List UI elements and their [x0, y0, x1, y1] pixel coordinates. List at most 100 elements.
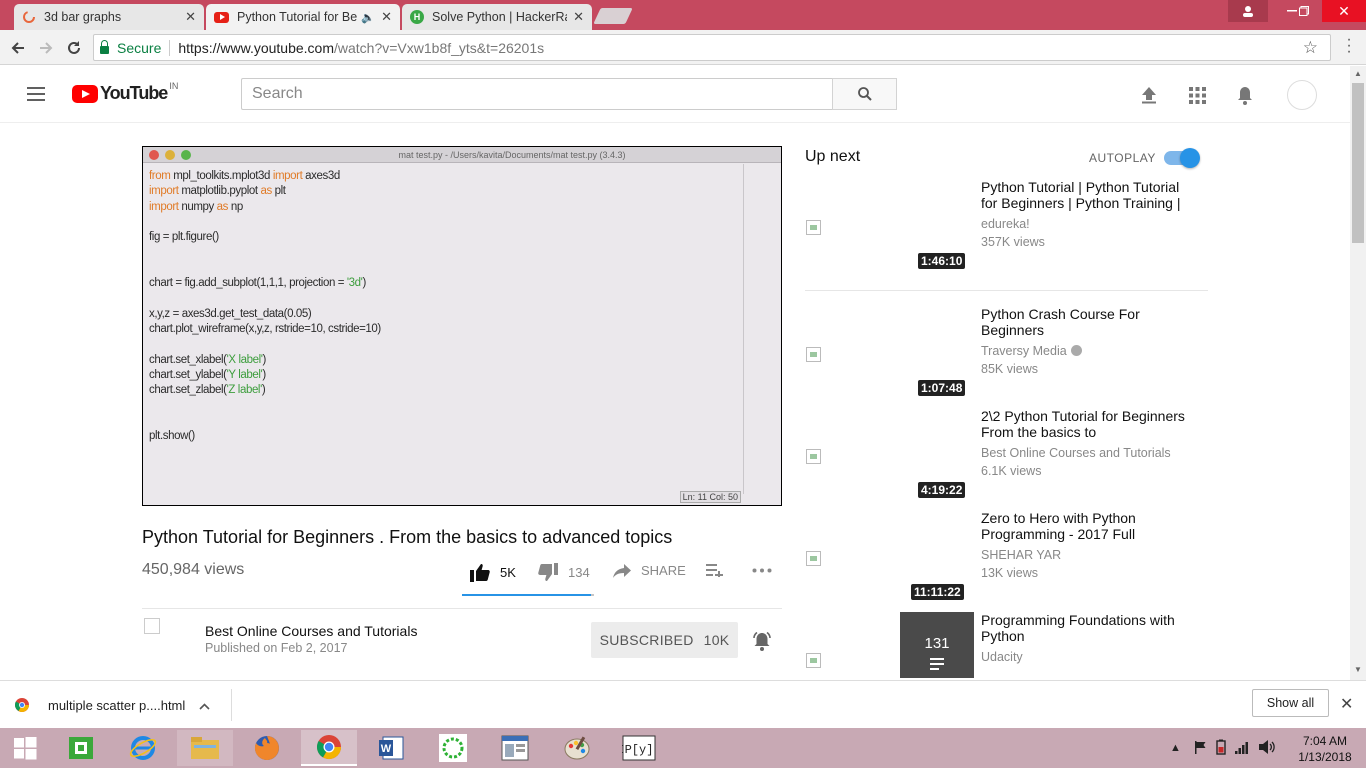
search-input[interactable]: Search: [241, 78, 833, 110]
battery-icon[interactable]: [1215, 739, 1227, 758]
channel-avatar[interactable]: [144, 618, 160, 634]
start-windows-icon[interactable]: [0, 730, 50, 766]
tab-close-icon[interactable]: ✕: [381, 9, 392, 25]
share-button[interactable]: SHARE: [613, 563, 686, 578]
code-line: chart.set_zlabel('Z label'): [149, 383, 381, 398]
channel-label: Traversy Media: [981, 344, 1067, 358]
add-to-playlist-button[interactable]: [706, 563, 724, 577]
omnibox-separator: [169, 39, 171, 56]
action-flag-icon[interactable]: [1193, 740, 1207, 757]
recommended-channel: SHEHAR YAR: [981, 548, 1062, 562]
file-explorer-icon[interactable]: [177, 730, 233, 766]
tab-hackerrank[interactable]: H Solve Python | HackerRa ✕: [402, 4, 592, 30]
bookmark-star-icon[interactable]: ☆: [1303, 38, 1318, 58]
code-keyword: as: [260, 185, 272, 198]
download-item[interactable]: multiple scatter p....html: [14, 691, 210, 719]
account-avatar[interactable]: [1287, 80, 1317, 110]
recommended-title[interactable]: Programming Foundations with Python: [981, 612, 1191, 644]
search-button[interactable]: [832, 78, 897, 110]
subscribed-button[interactable]: SUBSCRIBED 10K: [591, 622, 738, 658]
like-ratio-fill: [462, 594, 591, 596]
tab-python-tutorial[interactable]: Python Tutorial for Be 🔈 ✕: [206, 4, 400, 30]
code-text: matplotlib.pyplot: [178, 185, 261, 198]
recommended-title[interactable]: Python Tutorial | Python Tutorial for Be…: [981, 179, 1191, 211]
forward-arrow-icon[interactable]: [35, 37, 57, 59]
upload-icon[interactable]: [1138, 84, 1160, 106]
view-count: 450,984 views: [142, 561, 245, 578]
recommended-video[interactable]: 4:19:22 2\2 Python Tutorial for Beginner…: [805, 408, 1205, 503]
thumbs-up-icon: [470, 564, 490, 582]
scroll-up-icon[interactable]: ▲: [1352, 69, 1364, 81]
file-manager-icon[interactable]: [53, 730, 109, 766]
firefox-icon[interactable]: [239, 730, 295, 766]
audio-playing-icon[interactable]: 🔈: [361, 11, 375, 24]
more-actions-icon[interactable]: [752, 568, 772, 573]
code-line: chart.set_xlabel('X label'): [149, 353, 381, 368]
green-ring-app-icon[interactable]: [425, 730, 481, 766]
tab-close-icon[interactable]: ✕: [573, 9, 584, 25]
recommended-playlist[interactable]: 131 Programming Foundations with Python …: [805, 612, 1205, 680]
recommended-title[interactable]: Python Crash Course For Beginners: [981, 306, 1191, 338]
new-tab-button[interactable]: [593, 8, 633, 24]
notifications-bell-icon[interactable]: [1234, 84, 1256, 106]
show-hidden-icons-icon[interactable]: ▲: [1170, 742, 1181, 754]
channel-name[interactable]: Best Online Courses and Tutorials: [205, 623, 417, 639]
code-text: ): [362, 277, 366, 290]
youtube-wordmark: YouTube: [100, 83, 168, 103]
code-listing: from mpl_toolkits.mplot3d import axes3d i…: [149, 169, 381, 444]
tab-3d-bar-graphs[interactable]: 3d bar graphs ✕: [14, 4, 204, 30]
volume-icon[interactable]: [1258, 739, 1275, 757]
autoplay-toggle[interactable]: [1164, 148, 1200, 168]
paint-icon[interactable]: [549, 730, 605, 766]
like-ratio-bar: [462, 594, 594, 596]
recommended-title[interactable]: Zero to Hero with Python Programming - 2…: [981, 510, 1191, 542]
browser-toolbar: Secure https://www.youtube.com/watch?v=V…: [0, 30, 1366, 65]
recommended-views: 357K views: [981, 235, 1045, 249]
recommended-video[interactable]: 1:46:10 Python Tutorial | Python Tutoria…: [805, 179, 1205, 274]
code-text: axes3d: [302, 170, 340, 182]
window-app-icon[interactable]: [487, 730, 543, 766]
close-download-shelf-icon[interactable]: ✕: [1340, 694, 1353, 714]
word-icon[interactable]: W: [363, 730, 419, 766]
svg-text:W: W: [381, 743, 392, 755]
chrome-menu-icon[interactable]: · · ·: [1343, 32, 1355, 60]
ipython-icon[interactable]: IP[y]:: [611, 730, 667, 766]
tab-title: Python Tutorial for Be: [237, 10, 358, 24]
internet-explorer-icon[interactable]: [115, 730, 171, 766]
network-signal-icon[interactable]: [1234, 740, 1251, 757]
back-arrow-icon[interactable]: [7, 37, 29, 59]
reload-icon[interactable]: [63, 37, 85, 59]
scroll-down-icon[interactable]: ▼: [1352, 665, 1364, 677]
like-button[interactable]: 5K: [470, 563, 516, 582]
recommended-video[interactable]: 1:07:48 Python Crash Course For Beginner…: [805, 306, 1205, 401]
youtube-logo[interactable]: YouTube IN: [72, 81, 178, 104]
notification-bell-button[interactable]: [751, 630, 773, 657]
taskbar-clock[interactable]: 7:04 AM 1/13/2018: [1290, 733, 1360, 765]
chevron-up-icon[interactable]: [199, 698, 210, 713]
hamburger-menu-icon[interactable]: [27, 87, 45, 101]
tab-close-icon[interactable]: ✕: [185, 9, 196, 25]
code-string: 'Z label': [226, 384, 263, 397]
download-shelf: multiple scatter p....html Show all ✕: [0, 680, 1366, 728]
playlist-icon: [930, 658, 944, 670]
recommended-views: 85K views: [981, 362, 1038, 376]
address-bar[interactable]: Secure https://www.youtube.com/watch?v=V…: [93, 34, 1331, 61]
show-all-button[interactable]: Show all: [1252, 689, 1329, 717]
close-window-icon[interactable]: ✕: [1322, 0, 1366, 22]
loading-spinner-icon: [22, 10, 36, 24]
thumbnail-broken-image-icon: [806, 449, 821, 464]
apps-grid-icon[interactable]: [1186, 84, 1208, 106]
restore-icon[interactable]: [1282, 0, 1326, 22]
profile-user-icon[interactable]: [1228, 0, 1268, 22]
chrome-icon[interactable]: [301, 730, 357, 766]
recommended-video[interactable]: 11:11:22 Zero to Hero with Python Progra…: [805, 510, 1205, 605]
svg-text:IP[y]:: IP[y]:: [622, 743, 656, 757]
secure-indicator[interactable]: Secure: [100, 39, 161, 56]
video-player[interactable]: mat test.py - /Users/kavita/Documents/ma…: [142, 146, 782, 506]
recommended-title[interactable]: 2\2 Python Tutorial for Beginners From t…: [981, 408, 1191, 440]
dislike-button[interactable]: 134: [538, 563, 590, 582]
scrollbar-thumb[interactable]: [1352, 83, 1364, 243]
search-icon: [857, 87, 872, 101]
